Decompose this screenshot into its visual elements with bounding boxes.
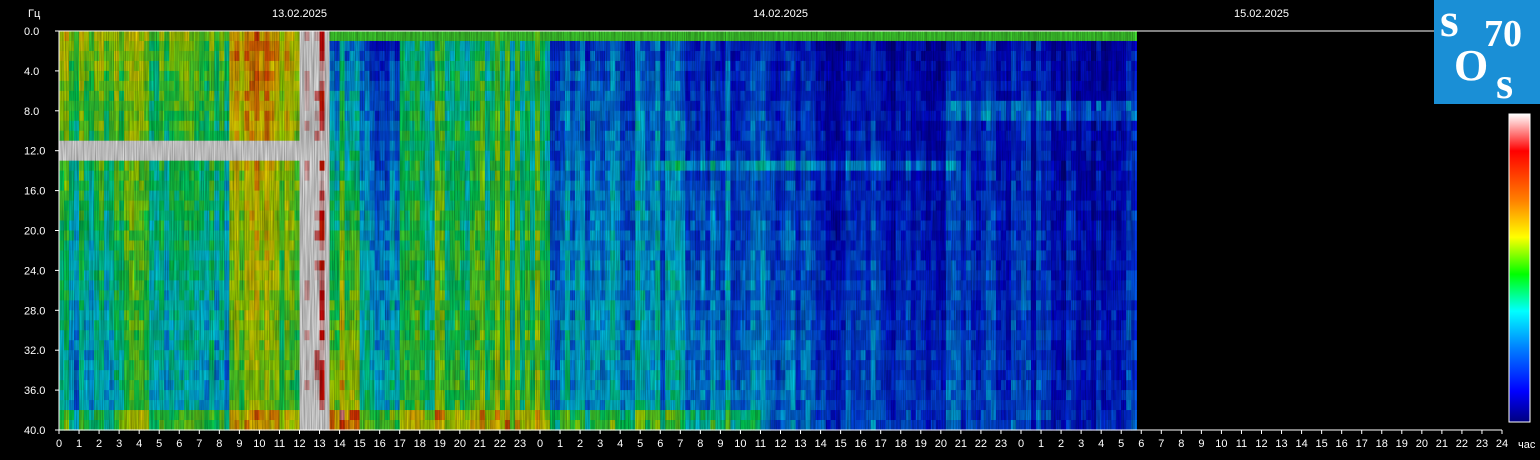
spectrogram-chart: 0.0 4.0 8.0 12.0 16.0 20.0 24.0 28.0 32.0 36.0 40.… [0,0,1540,460]
spectrogram-svg: 0.04.08.012.016.020.024.028.032.036.040.… [24,8,1536,451]
